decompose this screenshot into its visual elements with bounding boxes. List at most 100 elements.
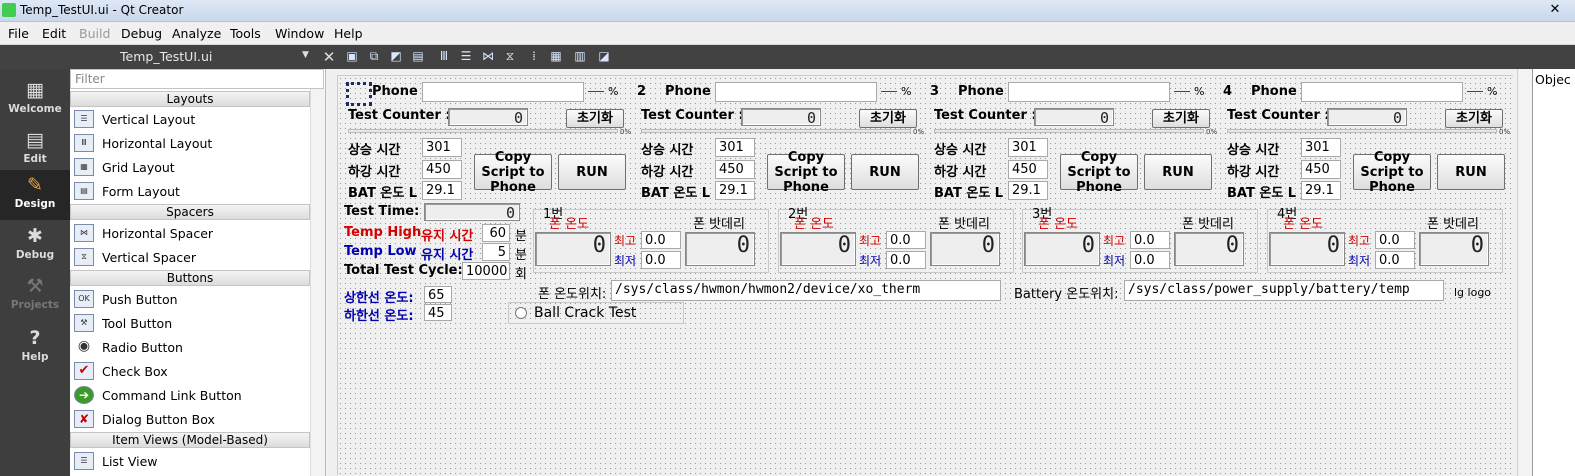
- menu-analyze[interactable]: Analyze: [172, 26, 221, 41]
- edit-buddies-icon[interactable]: ◩: [389, 49, 403, 63]
- menu-bar: File Edit Build Debug Analyze Tools Wind…: [0, 22, 1575, 45]
- lower-limit-input[interactable]: 45: [424, 304, 452, 321]
- bat-temp-input[interactable]: 29.1: [1008, 181, 1048, 200]
- lay-out-vertical-splitter-icon[interactable]: ⧖: [503, 49, 517, 63]
- copy-script-button[interactable]: Copy Script to Phone: [767, 150, 845, 195]
- reset-button[interactable]: 초기화: [859, 109, 917, 128]
- bat-temp-input[interactable]: 29.1: [1301, 181, 1341, 200]
- category-layouts[interactable]: Layouts: [70, 91, 310, 107]
- copy-script-button[interactable]: Copy Script to Phone: [1353, 150, 1431, 195]
- mode-help[interactable]: ? Help: [0, 323, 70, 373]
- battery-temp-path-input[interactable]: /sys/class/power_supply/battery/temp: [1124, 280, 1444, 301]
- test-counter-lcd: 0: [741, 108, 821, 127]
- adjust-size-icon[interactable]: ◪: [597, 49, 611, 63]
- widget-vertical-spacer[interactable]: ⧖ Vertical Spacer: [74, 245, 310, 269]
- widget-check-box[interactable]: ✔ Check Box: [74, 359, 310, 383]
- bat-temp-input[interactable]: 29.1: [715, 181, 755, 200]
- run-button[interactable]: RUN: [1437, 154, 1505, 190]
- fall-time-input[interactable]: 450: [1008, 160, 1048, 179]
- category-item-views[interactable]: Item Views (Model-Based): [70, 432, 310, 448]
- temp-high-input[interactable]: 60: [482, 224, 510, 242]
- reset-button[interactable]: 초기화: [566, 109, 624, 128]
- widget-box-scrollbar[interactable]: [310, 89, 325, 476]
- reset-button[interactable]: 초기화: [1152, 109, 1210, 128]
- menu-edit[interactable]: Edit: [42, 26, 66, 41]
- widget-filter-input[interactable]: Filter: [70, 69, 324, 89]
- edit-widgets-icon[interactable]: ▣: [345, 49, 359, 63]
- temp-low-input[interactable]: 5: [482, 243, 510, 261]
- rise-time-input[interactable]: 301: [422, 138, 462, 157]
- rise-time-input[interactable]: 301: [1008, 138, 1048, 157]
- widget-list-view[interactable]: ☰ List View: [74, 449, 310, 473]
- ball-crack-radio[interactable]: [515, 307, 527, 319]
- widget-label: Horizontal Spacer: [102, 226, 214, 241]
- edit-tab-order-icon[interactable]: ▤: [411, 49, 425, 63]
- list-view-icon: ☰: [74, 452, 94, 470]
- widget-vertical-layout[interactable]: ☰ Vertical Layout: [74, 107, 310, 131]
- category-spacers[interactable]: Spacers: [70, 204, 310, 220]
- total-test-cycle-input[interactable]: 10000: [462, 262, 510, 280]
- window-close-button[interactable]: ✕: [1537, 2, 1573, 19]
- mode-design[interactable]: ✎ Design: [0, 170, 70, 220]
- widget-radio-button[interactable]: ◉ Radio Button: [74, 335, 310, 359]
- run-button[interactable]: RUN: [558, 154, 626, 190]
- widget-label: List View: [102, 454, 158, 469]
- ball-crack-label[interactable]: Ball Crack Test: [534, 305, 636, 321]
- menu-build[interactable]: Build: [79, 26, 110, 41]
- widget-command-link-button[interactable]: ➔ Command Link Button: [74, 383, 310, 407]
- rise-time-input[interactable]: 301: [1301, 138, 1341, 157]
- menu-debug[interactable]: Debug: [121, 26, 162, 41]
- menu-window[interactable]: Window: [275, 26, 324, 41]
- close-document-button[interactable]: ✕: [320, 45, 338, 69]
- fall-time-input[interactable]: 450: [422, 160, 462, 179]
- widget-horizontal-layout[interactable]: Ⅲ Horizontal Layout: [74, 131, 310, 155]
- phone-input[interactable]: [1301, 82, 1463, 102]
- upper-limit-input[interactable]: 65: [424, 286, 452, 303]
- category-buttons[interactable]: Buttons: [70, 270, 310, 286]
- widget-form-layout[interactable]: ▤ Form Layout: [74, 179, 310, 203]
- mode-welcome[interactable]: ▦ Welcome: [0, 75, 70, 125]
- lay-out-form-icon[interactable]: ⁞: [527, 49, 541, 63]
- fall-time-label: 하강 시간: [1227, 165, 1280, 180]
- phone-temp-lcd: 0: [535, 232, 611, 266]
- run-button[interactable]: RUN: [851, 154, 919, 190]
- phone-input[interactable]: [1008, 82, 1170, 102]
- break-layout-icon[interactable]: ▥: [573, 49, 587, 63]
- menu-help[interactable]: Help: [334, 26, 363, 41]
- phone-input[interactable]: [422, 82, 584, 102]
- menu-tools[interactable]: Tools: [230, 26, 261, 41]
- mode-edit[interactable]: ▤ Edit: [0, 125, 70, 175]
- menu-file[interactable]: File: [8, 26, 29, 41]
- battery-lcd: 0: [1174, 232, 1244, 266]
- document-icon: ▤: [26, 129, 44, 151]
- phone-temp-path-input[interactable]: /sys/class/hwmon/hwmon2/device/xo_therm: [611, 280, 1001, 301]
- open-documents-combo[interactable]: Temp_TestUI.ui ▼: [70, 45, 322, 69]
- lay-out-horizontal-splitter-icon[interactable]: ⋈: [481, 49, 495, 63]
- fall-time-input[interactable]: 450: [1301, 160, 1341, 179]
- widget-grid-layout[interactable]: ▦ Grid Layout: [74, 155, 310, 179]
- phone-input[interactable]: [715, 82, 877, 102]
- mode-debug[interactable]: ✱ Debug: [0, 221, 70, 271]
- battery-lcd: 0: [685, 232, 755, 266]
- rise-time-input[interactable]: 301: [715, 138, 755, 157]
- canvas-vertical-scrollbar[interactable]: [1517, 69, 1532, 476]
- copy-script-button[interactable]: Copy Script to Phone: [1060, 150, 1138, 195]
- run-button[interactable]: RUN: [1144, 154, 1212, 190]
- lay-out-grid-icon[interactable]: ▦: [549, 49, 563, 63]
- fall-time-input[interactable]: 450: [715, 160, 755, 179]
- mode-projects[interactable]: ⚒ Projects: [0, 271, 70, 321]
- widget-horizontal-spacer[interactable]: ⋈ Horizontal Spacer: [74, 221, 310, 245]
- reset-button[interactable]: 초기화: [1445, 109, 1503, 128]
- edit-signals-slots-icon[interactable]: ⧉: [367, 49, 381, 63]
- widget-push-button[interactable]: OK Push Button: [74, 287, 310, 311]
- test-counter-lcd: 0: [1034, 108, 1114, 127]
- lay-out-horizontally-icon[interactable]: Ⅲ: [437, 49, 451, 63]
- selected-widget-handle[interactable]: [346, 82, 372, 106]
- lay-out-vertically-icon[interactable]: ☰: [459, 49, 473, 63]
- widget-tool-button[interactable]: ⚒ Tool Button: [74, 311, 310, 335]
- widget-dialog-button-box[interactable]: ✘ Dialog Button Box: [74, 407, 310, 431]
- copy-script-button[interactable]: Copy Script to Phone: [474, 150, 552, 195]
- test-counter-lcd: 0: [1327, 108, 1407, 127]
- rise-time-label: 상승 시간: [934, 143, 987, 158]
- bat-temp-input[interactable]: 29.1: [422, 181, 462, 200]
